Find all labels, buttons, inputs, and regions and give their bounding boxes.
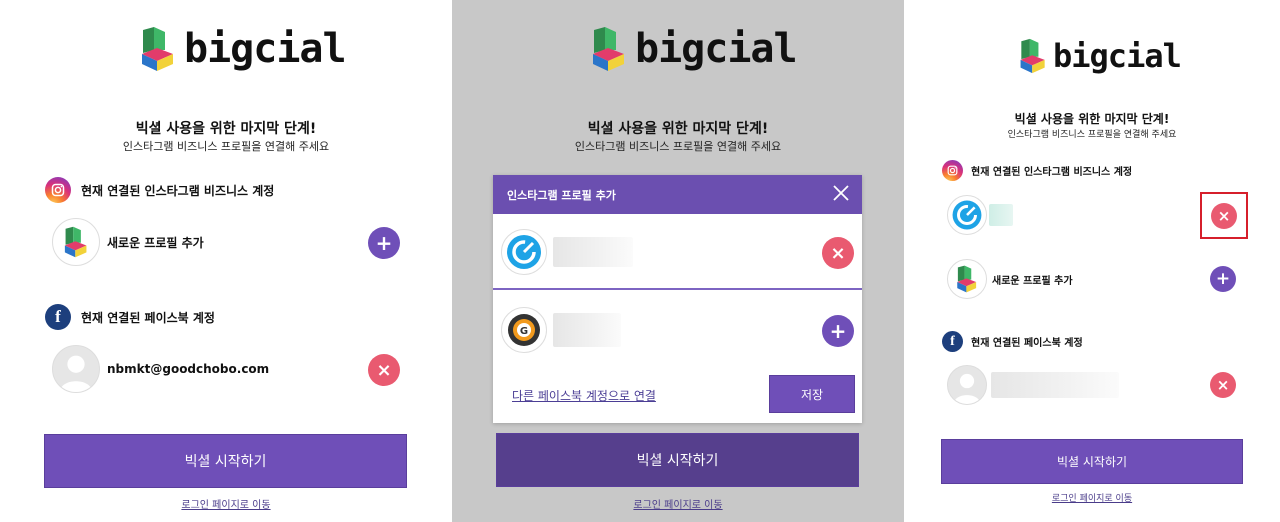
bigcial-cube-icon — [1020, 38, 1045, 74]
plus-icon: + — [829, 319, 847, 343]
screenshot-composite: bigcial 빅셜 사용을 위한 마지막 단계! 인스타그램 비즈니스 프로필… — [0, 0, 1280, 522]
instagram-section-label: 현재 연결된 인스타그램 비즈니스 계정 — [971, 167, 1133, 178]
modal-instagram-profile-row: × — [493, 215, 862, 290]
blurred-account-name — [553, 313, 621, 347]
brand-logo: bigcial — [140, 26, 347, 72]
default-avatar — [947, 365, 987, 405]
bigcial-cube-icon — [64, 226, 87, 258]
bigcial-cube-icon — [957, 265, 977, 293]
modal-close-button[interactable] — [832, 184, 850, 205]
setup-subheading: 인스타그램 비즈니스 프로필을 연결해 주세요 — [1007, 130, 1177, 140]
modal-title: 인스타그램 프로필 추가 — [507, 188, 616, 202]
add-profile-button[interactable]: + — [822, 315, 854, 347]
bigcial-cube-icon — [142, 27, 173, 71]
facebook-account-row: nbmkt@goodchobo.com — [52, 345, 269, 393]
setup-heading: 빅셜 사용을 위한 마지막 단계! — [1014, 112, 1170, 126]
modal-add-profile-row: G + — [493, 293, 862, 367]
setup-panel-modal: bigcial 빅셜 사용을 위한 마지막 단계! 인스타그램 비즈니스 프로필… — [452, 0, 904, 522]
instagram-icon — [45, 177, 71, 203]
disconnect-facebook-button[interactable]: × — [1210, 372, 1236, 398]
facebook-section-title: f 현재 연결된 페이스북 계정 — [942, 331, 1083, 352]
brand-logo: bigcial — [1019, 37, 1182, 75]
brand-wordmark: bigcial — [184, 26, 347, 72]
add-profile-button[interactable]: + — [368, 227, 400, 259]
setup-heading: 빅셜 사용을 위한 마지막 단계! — [587, 121, 769, 137]
facebook-account-email: nbmkt@goodchobo.com — [107, 362, 270, 376]
facebook-icon: f — [942, 331, 963, 352]
facebook-section-label: 현재 연결된 페이스북 계정 — [971, 338, 1083, 349]
facebook-section-label: 현재 연결된 페이스북 계정 — [81, 310, 215, 325]
modal-header: 인스타그램 프로필 추가 — [493, 175, 862, 214]
blurred-account-name — [989, 204, 1013, 226]
add-profile-label: 새로운 프로필 추가 — [992, 275, 1073, 287]
login-page-link[interactable]: 로그인 페이지로 이동 — [452, 496, 904, 511]
brand-wordmark: bigcial — [635, 26, 798, 72]
start-bigcial-button[interactable]: 빅셜 시작하기 — [496, 433, 859, 487]
facebook-section-title: f 현재 연결된 페이스북 계정 — [45, 304, 215, 330]
bigcial-cube-icon — [593, 27, 624, 71]
profile-avatar — [947, 195, 987, 235]
highlight-box — [1200, 192, 1248, 239]
blurred-account-name — [553, 236, 633, 267]
start-bigcial-button[interactable]: 빅셜 시작하기 — [44, 434, 407, 488]
close-icon: × — [1216, 376, 1230, 394]
setup-panel-initial: bigcial 빅셜 사용을 위한 마지막 단계! 인스타그램 비즈니스 프로필… — [0, 0, 452, 522]
facebook-icon: f — [45, 304, 71, 330]
remove-profile-button[interactable]: × — [822, 237, 854, 269]
setup-panel-connected: bigcial 빅셜 사용을 위한 마지막 단계! 인스타그램 비즈니스 프로필… — [904, 0, 1280, 522]
close-icon: × — [376, 359, 392, 381]
setup-subheading: 인스타그램 비즈니스 프로필을 연결해 주세요 — [574, 140, 782, 153]
setup-subheading: 인스타그램 비즈니스 프로필을 연결해 주세요 — [122, 140, 330, 153]
setup-heading: 빅셜 사용을 위한 마지막 단계! — [135, 121, 317, 137]
close-icon — [833, 185, 849, 201]
connected-instagram-row — [947, 195, 1013, 235]
add-instagram-profile-modal: 인스타그램 프로필 추가 × G + 다른 페이스북 계정으로 연결 저장 — [493, 175, 862, 423]
svg-text:G: G — [520, 326, 528, 337]
instagram-section-label: 현재 연결된 인스타그램 비즈니스 계정 — [81, 183, 275, 198]
profile-avatar: G — [501, 307, 547, 353]
start-bigcial-button[interactable]: 빅셜 시작하기 — [941, 439, 1243, 484]
blurred-account-email — [991, 372, 1119, 398]
close-icon: × — [830, 242, 846, 264]
login-page-link[interactable]: 로그인 페이지로 이동 — [0, 496, 452, 511]
add-profile-avatar — [52, 218, 100, 266]
add-profile-row[interactable]: 새로운 프로필 추가 — [52, 218, 204, 266]
instagram-icon — [942, 160, 963, 181]
other-facebook-account-link[interactable]: 다른 페이스북 계정으로 연결 — [512, 387, 656, 404]
login-page-link[interactable]: 로그인 페이지로 이동 — [904, 491, 1280, 504]
add-profile-avatar — [947, 259, 987, 299]
save-button[interactable]: 저장 — [769, 375, 855, 413]
default-avatar — [52, 345, 100, 393]
add-profile-row[interactable]: 새로운 프로필 추가 — [947, 259, 1073, 299]
instagram-section-title: 현재 연결된 인스타그램 비즈니스 계정 — [45, 177, 274, 203]
add-profile-label: 새로운 프로필 추가 — [107, 235, 204, 250]
brand-logo: bigcial — [591, 26, 798, 72]
add-profile-button[interactable]: + — [1210, 266, 1236, 292]
plus-icon: + — [1215, 269, 1231, 289]
brand-wordmark: bigcial — [1053, 37, 1182, 75]
facebook-account-row — [947, 365, 1119, 405]
disconnect-facebook-button[interactable]: × — [368, 354, 400, 386]
instagram-section-title: 현재 연결된 인스타그램 비즈니스 계정 — [942, 160, 1132, 181]
plus-icon: + — [375, 231, 393, 255]
profile-avatar — [501, 228, 547, 275]
